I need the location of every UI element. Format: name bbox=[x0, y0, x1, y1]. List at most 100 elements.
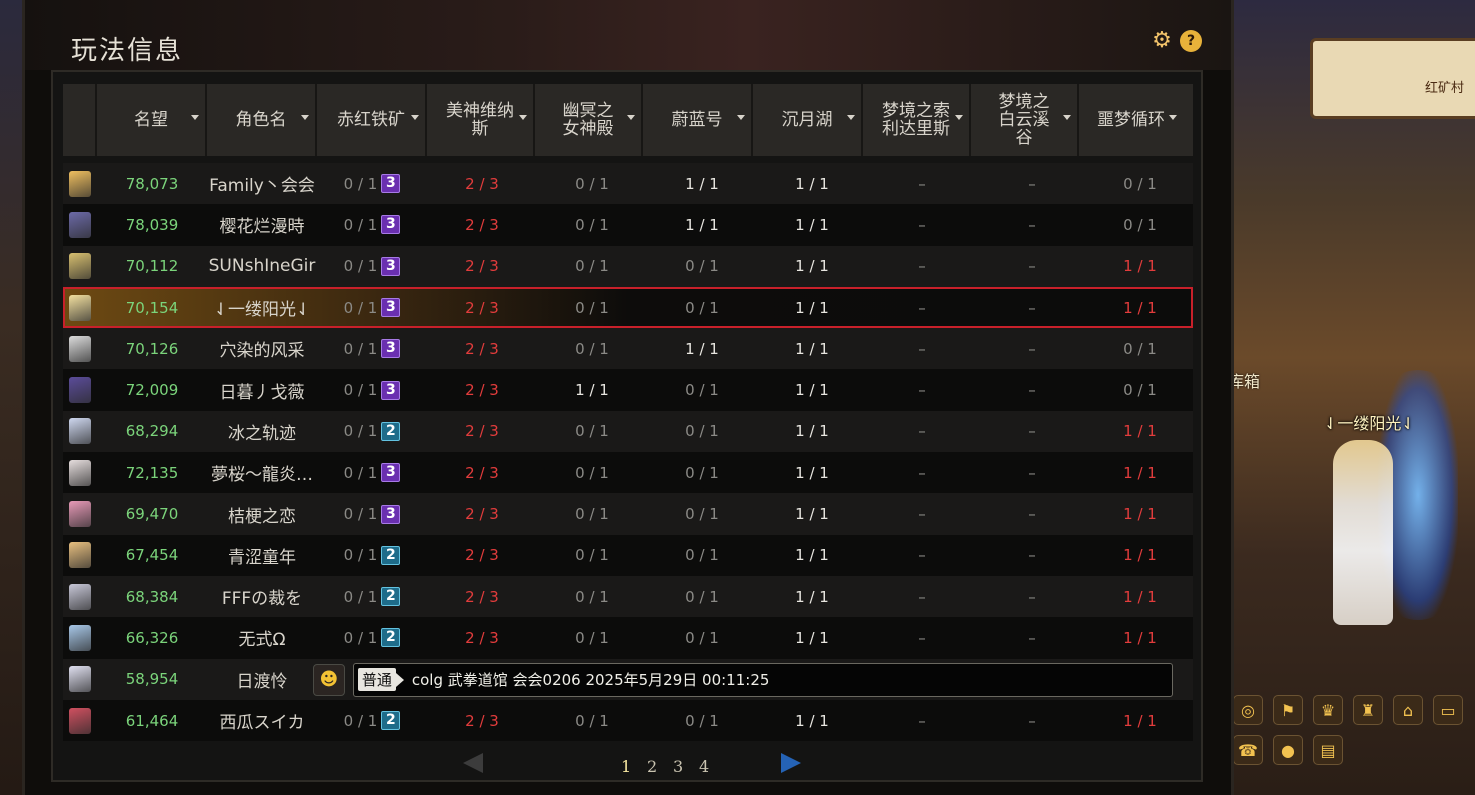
crown-icon[interactable]: ♛ bbox=[1313, 695, 1343, 725]
header-venus[interactable]: 美神维纳斯 bbox=[427, 84, 535, 156]
sort-arrow-icon bbox=[1169, 115, 1177, 120]
table-row[interactable]: 68,384 FFFの裁を 0 / 122 / 30 / 10 / 11 / 1– –… bbox=[63, 575, 1193, 618]
table-body: 78,073 Family丶会会 0 / 132 / 30 / 11 / 11 / … bbox=[63, 163, 1193, 742]
avatar-cell bbox=[63, 659, 97, 700]
table-row[interactable]: 72,135 夢桜～龍炎… 0 / 132 / 30 / 10 / 11 / 1– –… bbox=[63, 452, 1193, 494]
panel-header: 玩法信息 ⚙ ? bbox=[25, 0, 1231, 70]
character-name-cell-text: 青涩童年 bbox=[228, 547, 296, 568]
character-name-cell-text: 日暮丿戈薇 bbox=[219, 382, 305, 403]
dream-cloud-valley-cell-text: – bbox=[1028, 257, 1036, 276]
target-icon[interactable]: ◎ bbox=[1233, 695, 1263, 725]
chest-icon[interactable]: ▭ bbox=[1433, 695, 1463, 725]
gear-icon[interactable]: ⚙ bbox=[1151, 30, 1173, 52]
tier-badge: 3 bbox=[381, 298, 401, 318]
table-row[interactable]: 78,073 Family丶会会 0 / 132 / 30 / 11 / 11 / … bbox=[63, 163, 1193, 205]
map-pin-icon[interactable]: ● bbox=[1273, 735, 1303, 765]
red-iron-cell-text: 0 / 1 bbox=[343, 422, 378, 441]
header-nightmare-loop[interactable]: 噩梦循环 bbox=[1079, 84, 1183, 156]
moon-lake-cell: 1 / 1 bbox=[757, 163, 867, 204]
azure-cell-text: 0 / 1 bbox=[685, 505, 719, 524]
table-row[interactable]: 70,126 穴染的风采 0 / 132 / 30 / 11 / 11 / 1– –0… bbox=[63, 328, 1193, 370]
next-arrow-icon[interactable] bbox=[781, 753, 801, 773]
table-row[interactable]: 61,464 西瓜スイカ 0 / 122 / 30 / 10 / 11 / 1– –1… bbox=[63, 699, 1193, 742]
moon-lake-cell: 1 / 1 bbox=[757, 535, 867, 576]
avatar bbox=[69, 377, 91, 404]
avatar bbox=[69, 542, 91, 569]
fame-cell: 69,470 bbox=[97, 493, 207, 534]
moon-lake-cell: 1 / 1 bbox=[757, 452, 867, 493]
fame-cell: 70,126 bbox=[97, 328, 207, 369]
pagination: 1 2 3 4 bbox=[53, 750, 1201, 780]
table-row[interactable]: 68,294 冰之轨迹 0 / 122 / 30 / 10 / 11 / 1– –1 … bbox=[63, 410, 1193, 453]
dream-solidaris-cell-text: – bbox=[918, 711, 926, 730]
page-2[interactable]: 2 bbox=[647, 757, 657, 776]
avatar bbox=[69, 253, 91, 280]
table-row[interactable]: 72,009 日暮丿戈薇 0 / 132 / 31 / 10 / 11 / 1– –0… bbox=[63, 369, 1193, 411]
table-row[interactable]: 67,454 青涩童年 0 / 122 / 30 / 10 / 11 / 1– –1 … bbox=[63, 534, 1193, 576]
red-iron-cell: 0 / 12 bbox=[317, 411, 427, 452]
page-4[interactable]: 4 bbox=[699, 757, 709, 776]
character-name-cell: 日渡怜 bbox=[207, 659, 317, 700]
red-iron-cell: 0 / 13 bbox=[317, 287, 427, 328]
header-dream-cloud-valley[interactable]: 梦境之白云溪谷 bbox=[971, 84, 1079, 156]
dream-solidaris-cell: – bbox=[867, 411, 977, 452]
header-dream-solidaris[interactable]: 梦境之索利达里斯 bbox=[863, 84, 971, 156]
header-red-iron[interactable]: 赤红铁矿 bbox=[317, 84, 427, 156]
dream-solidaris-cell-text: – bbox=[918, 381, 926, 400]
nether-temple-cell: 0 / 1 bbox=[537, 287, 647, 328]
tier-badge: 3 bbox=[381, 174, 401, 194]
avatar-cell bbox=[63, 163, 97, 204]
character-name-cell-text: 西瓜スイカ bbox=[219, 713, 305, 733]
header-label: 蔚蓝号 bbox=[671, 110, 723, 130]
table-row[interactable]: 66,326 无式Ω 0 / 122 / 30 / 10 / 11 / 1– –1 /… bbox=[63, 617, 1193, 659]
header-character-name[interactable]: 角色名 bbox=[207, 84, 317, 156]
help-icon[interactable]: ? bbox=[1180, 30, 1202, 52]
character-name-cell-text: FFFの裁を bbox=[221, 589, 303, 610]
header-moon-lake[interactable]: 沉月湖 bbox=[753, 84, 863, 156]
azure-cell-text: 0 / 1 bbox=[685, 422, 719, 441]
nightmare-loop-cell-text: 1 / 1 bbox=[1123, 711, 1157, 730]
nightmare-loop-cell: 0 / 1 bbox=[1087, 328, 1193, 369]
table-row[interactable]: 58,954 日渡怜 ☻ 普通 colg 武拳道馆 会会0206 2025年5月29日 … bbox=[63, 658, 1193, 700]
dream-cloud-valley-cell-text: – bbox=[1028, 628, 1036, 647]
house-icon[interactable]: ⌂ bbox=[1393, 695, 1423, 725]
flag-icon[interactable]: ⚑ bbox=[1273, 695, 1303, 725]
moon-lake-cell: 1 / 1 bbox=[757, 204, 867, 245]
character-name-cell-text: 冰之轨迹 bbox=[228, 423, 296, 444]
prev-arrow-icon[interactable] bbox=[463, 753, 483, 773]
table-row[interactable]: 69,470 桔梗之恋 0 / 132 / 30 / 10 / 11 / 1– –1 … bbox=[63, 493, 1193, 535]
header-nether-temple[interactable]: 幽冥之女神殿 bbox=[535, 84, 643, 156]
venus-cell: 2 / 3 bbox=[427, 452, 537, 493]
avatar-cell bbox=[63, 576, 97, 617]
red-iron-cell-text: 0 / 1 bbox=[343, 257, 378, 276]
table-row[interactable]: 70,112 SUNshΙneGir 0 / 132 / 30 / 10 / 11 … bbox=[63, 245, 1193, 287]
azure-cell: 1 / 1 bbox=[647, 204, 757, 245]
header-fame[interactable]: 名望 bbox=[97, 84, 207, 156]
nether-temple-cell: 1 / 1 bbox=[537, 369, 647, 410]
smiley-icon[interactable]: ☻ bbox=[313, 663, 345, 696]
guild-icon[interactable]: ♜ bbox=[1353, 695, 1383, 725]
page-3[interactable]: 3 bbox=[673, 757, 683, 776]
fame-cell-text: 70,112 bbox=[125, 257, 179, 276]
book-icon[interactable]: ▤ bbox=[1313, 735, 1343, 765]
venus-cell-text: 2 / 3 bbox=[465, 546, 499, 565]
header-azure[interactable]: 蔚蓝号 bbox=[643, 84, 753, 156]
tier-badge: 3 bbox=[381, 256, 401, 276]
dream-solidaris-cell: – bbox=[867, 617, 977, 658]
nightmare-loop-cell-text: 1 / 1 bbox=[1123, 298, 1157, 317]
mic-icon[interactable]: ☎ bbox=[1233, 735, 1263, 765]
nightmare-loop-cell: 1 / 1 bbox=[1087, 452, 1193, 493]
red-iron-cell: 0 / 13 bbox=[317, 246, 427, 287]
page-1[interactable]: 1 bbox=[621, 757, 631, 776]
nether-temple-cell-text: 0 / 1 bbox=[575, 298, 609, 317]
venus-cell-text: 2 / 3 bbox=[465, 257, 499, 276]
nether-temple-cell: 0 / 1 bbox=[537, 328, 647, 369]
location-label: 红矿村 bbox=[1424, 81, 1464, 96]
table-row-selected[interactable]: 70,154 ⇃一缕阳光⇃ 0 / 132 / 30 / 10 / 11 / 1– –… bbox=[63, 286, 1193, 329]
dream-solidaris-cell: – bbox=[867, 700, 977, 741]
dream-cloud-valley-cell-text: – bbox=[1028, 546, 1036, 565]
table-row[interactable]: 78,039 樱花烂漫時 0 / 132 / 30 / 11 / 11 / 1– –0… bbox=[63, 204, 1193, 246]
dream-solidaris-cell-text: – bbox=[918, 422, 926, 441]
fame-cell: 78,039 bbox=[97, 204, 207, 245]
character-name-cell: Family丶会会 bbox=[207, 163, 317, 204]
